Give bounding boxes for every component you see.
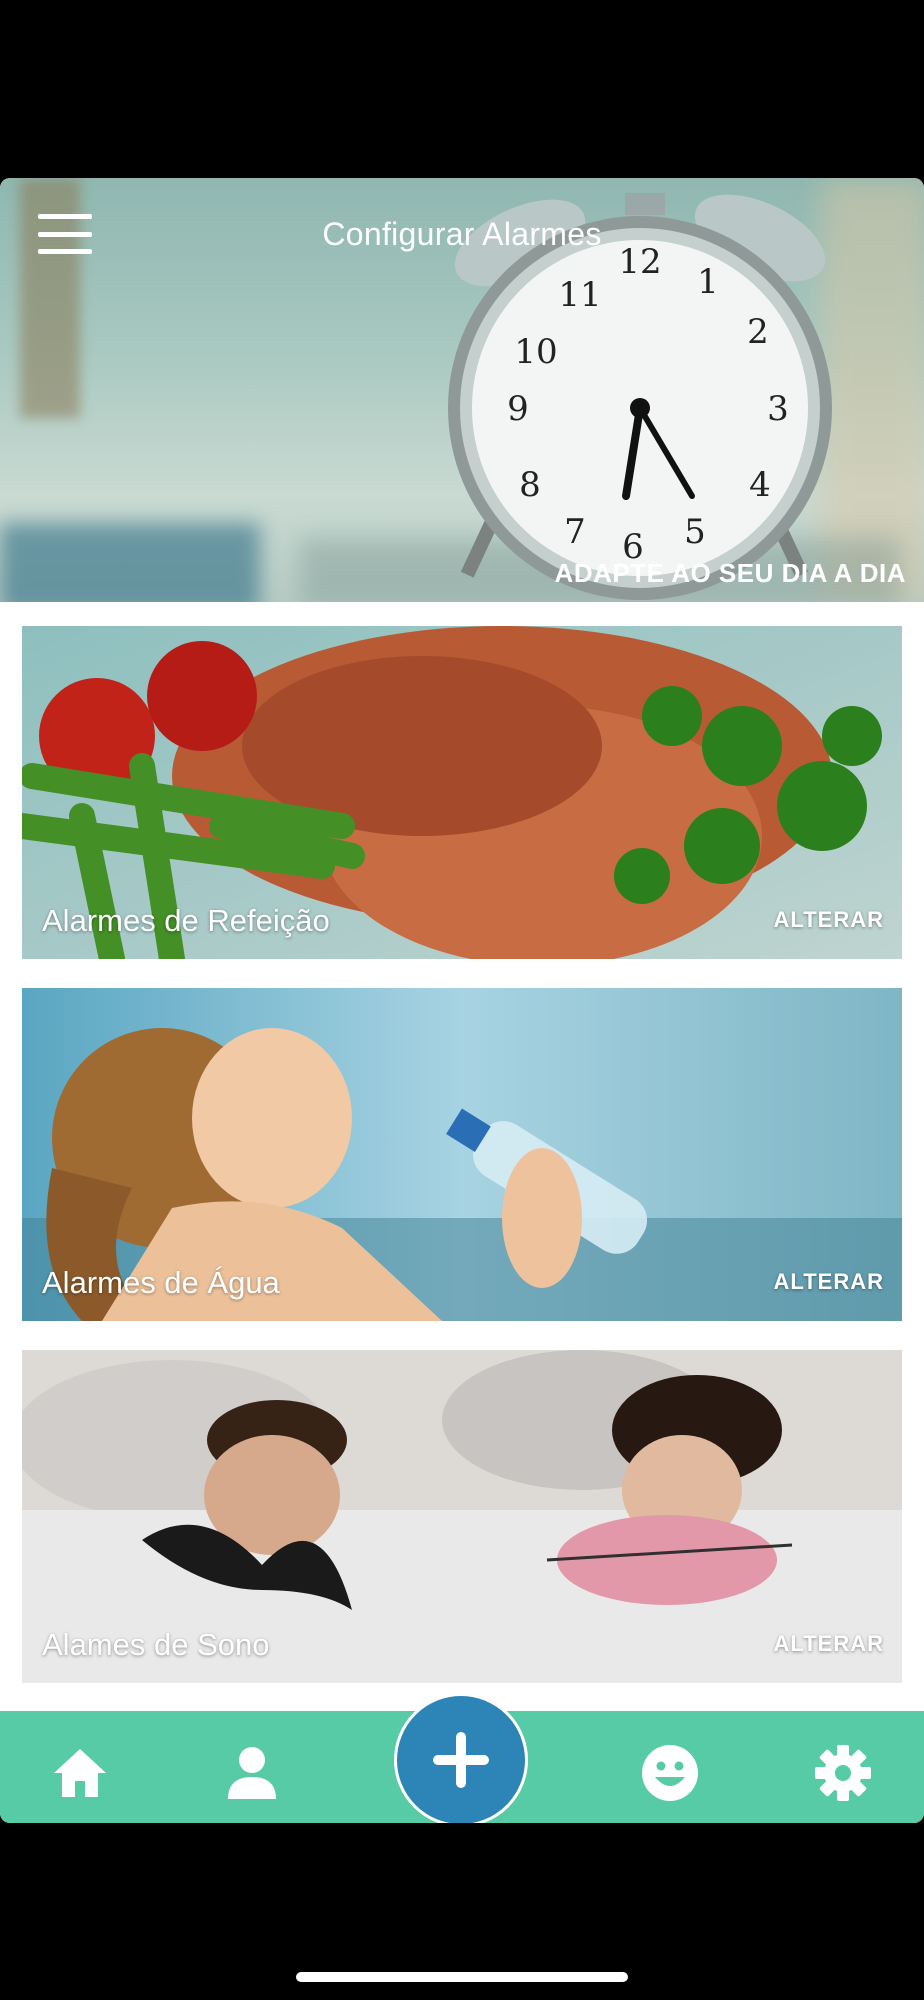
home-icon[interactable] xyxy=(50,1743,110,1803)
add-button[interactable] xyxy=(394,1693,528,1823)
svg-text:2: 2 xyxy=(747,312,769,352)
svg-text:1: 1 xyxy=(697,262,719,302)
svg-text:4: 4 xyxy=(749,465,771,505)
meal-alarms-edit-button[interactable]: ALTERAR xyxy=(774,907,884,933)
plus-icon xyxy=(433,1732,489,1788)
svg-text:5: 5 xyxy=(684,512,706,552)
svg-text:7: 7 xyxy=(564,512,586,552)
meal-alarms-card[interactable]: Alarmes de Refeição ALTERAR xyxy=(22,626,902,959)
hero-caption: ADAPTE AO SEU DIA A DIA xyxy=(554,558,906,588)
meal-alarms-label: Alarmes de Refeição xyxy=(42,903,330,938)
water-alarms-card[interactable]: Alarmes de Água ALTERAR xyxy=(22,988,902,1321)
svg-text:8: 8 xyxy=(519,465,541,505)
sleep-alarms-card[interactable]: Alames de Sono ALTERAR xyxy=(22,1350,902,1683)
sleep-alarms-edit-button[interactable]: ALTERAR xyxy=(774,1631,884,1657)
svg-text:10: 10 xyxy=(514,332,557,372)
home-indicator[interactable] xyxy=(296,1972,628,1982)
user-icon[interactable] xyxy=(222,1743,282,1803)
sleep-alarms-label: Alames de Sono xyxy=(42,1627,270,1662)
smiley-icon[interactable] xyxy=(640,1743,700,1803)
water-alarms-edit-button[interactable]: ALTERAR xyxy=(774,1269,884,1295)
svg-text:3: 3 xyxy=(767,389,789,429)
svg-text:9: 9 xyxy=(507,389,529,429)
water-alarms-label: Alarmes de Água xyxy=(42,1265,280,1300)
app-screen: 12 1 2 3 4 5 6 7 8 9 10 11 Configurar Al… xyxy=(0,178,924,1823)
gear-icon[interactable] xyxy=(813,1743,873,1803)
hero-banner: 12 1 2 3 4 5 6 7 8 9 10 11 Configurar Al… xyxy=(0,178,924,602)
page-title: Configurar Alarmes xyxy=(322,216,602,252)
svg-text:11: 11 xyxy=(558,275,601,315)
